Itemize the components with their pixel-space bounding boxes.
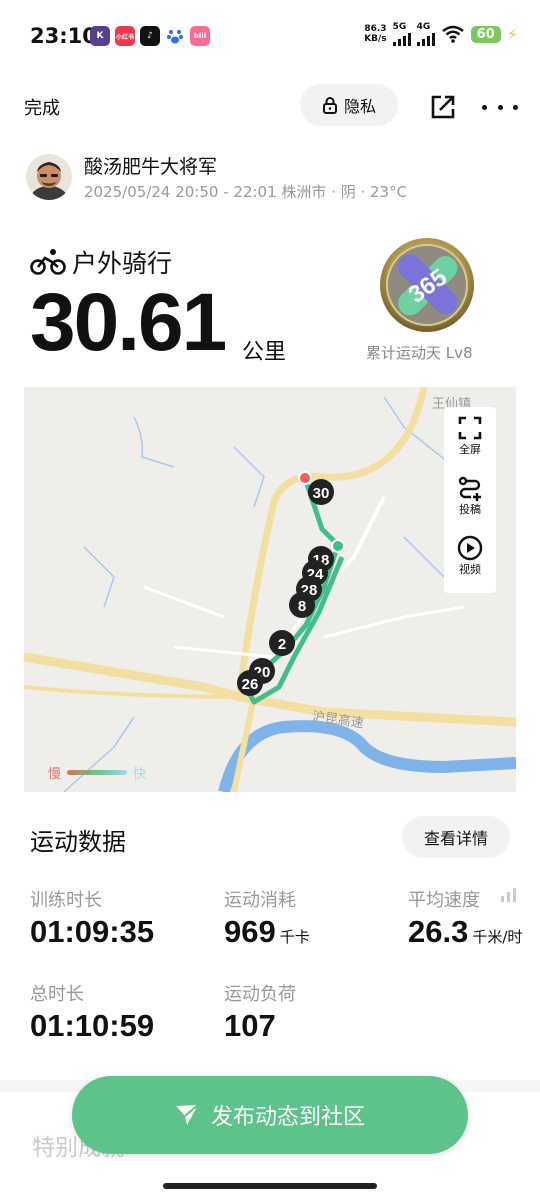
km-marker: 2 (278, 636, 286, 653)
section-title: 运动数据 (30, 828, 126, 856)
privacy-label: 隐私 (343, 97, 376, 116)
user-name[interactable]: 酸汤肥牛大将军 (84, 152, 217, 179)
signal-bars-icon (392, 32, 411, 46)
stat-number: 107 (224, 1008, 276, 1043)
xiaohongshu-app-icon: 小红书 (115, 26, 135, 46)
stat-label: 训练时长 (30, 890, 102, 911)
bilibili-app-icon: bili (190, 26, 210, 46)
stat-label: 平均速度 (408, 890, 480, 911)
stat-number: 01:10:59 (30, 1008, 155, 1043)
signal-4g: 4G (416, 22, 435, 46)
keep-app-icon: K (90, 26, 110, 46)
stat-label: 运动负荷 (224, 984, 296, 1005)
signal-5g-label: 5G (392, 22, 407, 32)
stat-unit: 千卡 (279, 928, 310, 946)
speed-gradient-bar (67, 770, 128, 775)
more-options-icon[interactable] (482, 92, 518, 122)
route-map[interactable]: 30 18 24 28 8 2 20 26 王仙镇 沪昆高速 全屏 投稿 视频 … (24, 387, 516, 792)
legend-slow-label: 慢 (48, 767, 62, 782)
publish-label: 发布动态到社区 (210, 1105, 365, 1130)
distance-value: 30.61 (30, 277, 227, 368)
network-speed-unit: KB/s (364, 34, 387, 44)
notification-icons: K 小红书 ♪ bili (90, 26, 210, 46)
home-indicator[interactable] (163, 1183, 377, 1189)
badge-caption: 累计运动天 Lv8 (366, 344, 473, 362)
baidu-app-icon (165, 26, 185, 46)
privacy-button[interactable]: 隐私 (300, 84, 398, 126)
stat-label: 总时长 (30, 984, 84, 1005)
stat-value: 969 千卡 (224, 914, 310, 950)
distance-unit: 公里 (242, 340, 287, 365)
tiktok-app-icon: ♪ (140, 26, 160, 46)
stat-value: 01:09:35 (30, 914, 154, 950)
done-button[interactable]: 完成 (24, 94, 60, 120)
stat-value: 107 (224, 1008, 276, 1044)
battery-indicator: 60 (470, 25, 501, 43)
stat-unit: 千米/时 (472, 928, 523, 946)
stat-number: 26.3 (408, 914, 469, 949)
video-play-icon (457, 535, 483, 561)
achievement-badge-icon[interactable]: 365 (378, 236, 476, 334)
legend-fast-label: 快 (133, 767, 147, 782)
submit-route-label: 投稿 (459, 503, 481, 516)
activity-type: 户外骑行 (72, 249, 173, 278)
network-speed: 86.3 KB/s (364, 24, 386, 44)
km-marker: 8 (298, 598, 306, 615)
submit-route-button[interactable]: 投稿 (444, 475, 496, 517)
lock-icon (322, 97, 337, 114)
status-indicators: 86.3 KB/s 5G 4G 60 ⚡ (364, 22, 518, 46)
stat-number: 969 (224, 914, 276, 949)
speed-legend: 慢 快 (48, 763, 146, 782)
trend-chart-icon (501, 888, 516, 902)
view-details-button[interactable]: 查看详情 (402, 816, 510, 858)
bike-icon (30, 249, 66, 275)
signal-bars-icon (416, 32, 435, 46)
km-marker: 30 (313, 485, 330, 502)
signal-5g: 5G (392, 22, 411, 46)
video-button[interactable]: 视频 (444, 535, 496, 577)
share-icon[interactable] (428, 92, 458, 122)
signal-4g-label: 4G (416, 22, 431, 32)
submit-route-icon (458, 476, 481, 501)
fullscreen-icon (458, 416, 482, 440)
charging-icon: ⚡ (506, 24, 518, 44)
status-bar: 23:10 K 小红书 ♪ bili 86.3 KB/s 5G 4G 60 ⚡ (0, 0, 540, 72)
map-canvas: 30 18 24 28 8 2 20 26 (24, 387, 516, 792)
fullscreen-button[interactable]: 全屏 (444, 415, 496, 457)
network-speed-value: 86.3 (364, 24, 387, 34)
stat-value: 01:10:59 (30, 1008, 154, 1044)
publish-button[interactable]: 发布动态到社区 (72, 1076, 468, 1154)
video-label: 视频 (459, 563, 481, 576)
map-tools-panel: 全屏 投稿 视频 (444, 407, 496, 593)
fullscreen-label: 全屏 (459, 443, 481, 456)
avatar[interactable] (26, 154, 72, 200)
stat-value: 26.3 千米/时 (408, 914, 522, 950)
stat-number: 01:09:35 (30, 914, 155, 949)
top-bar: 完成 隐私 (0, 84, 540, 128)
wifi-icon (441, 25, 464, 43)
send-icon (175, 1104, 199, 1125)
status-time: 23:10 (30, 24, 97, 48)
stat-label: 运动消耗 (224, 890, 296, 911)
activity-meta: 2025/05/24 20:50 - 22:01 株洲市 · 阴 · 23°C (84, 183, 408, 201)
km-marker: 26 (242, 676, 259, 693)
